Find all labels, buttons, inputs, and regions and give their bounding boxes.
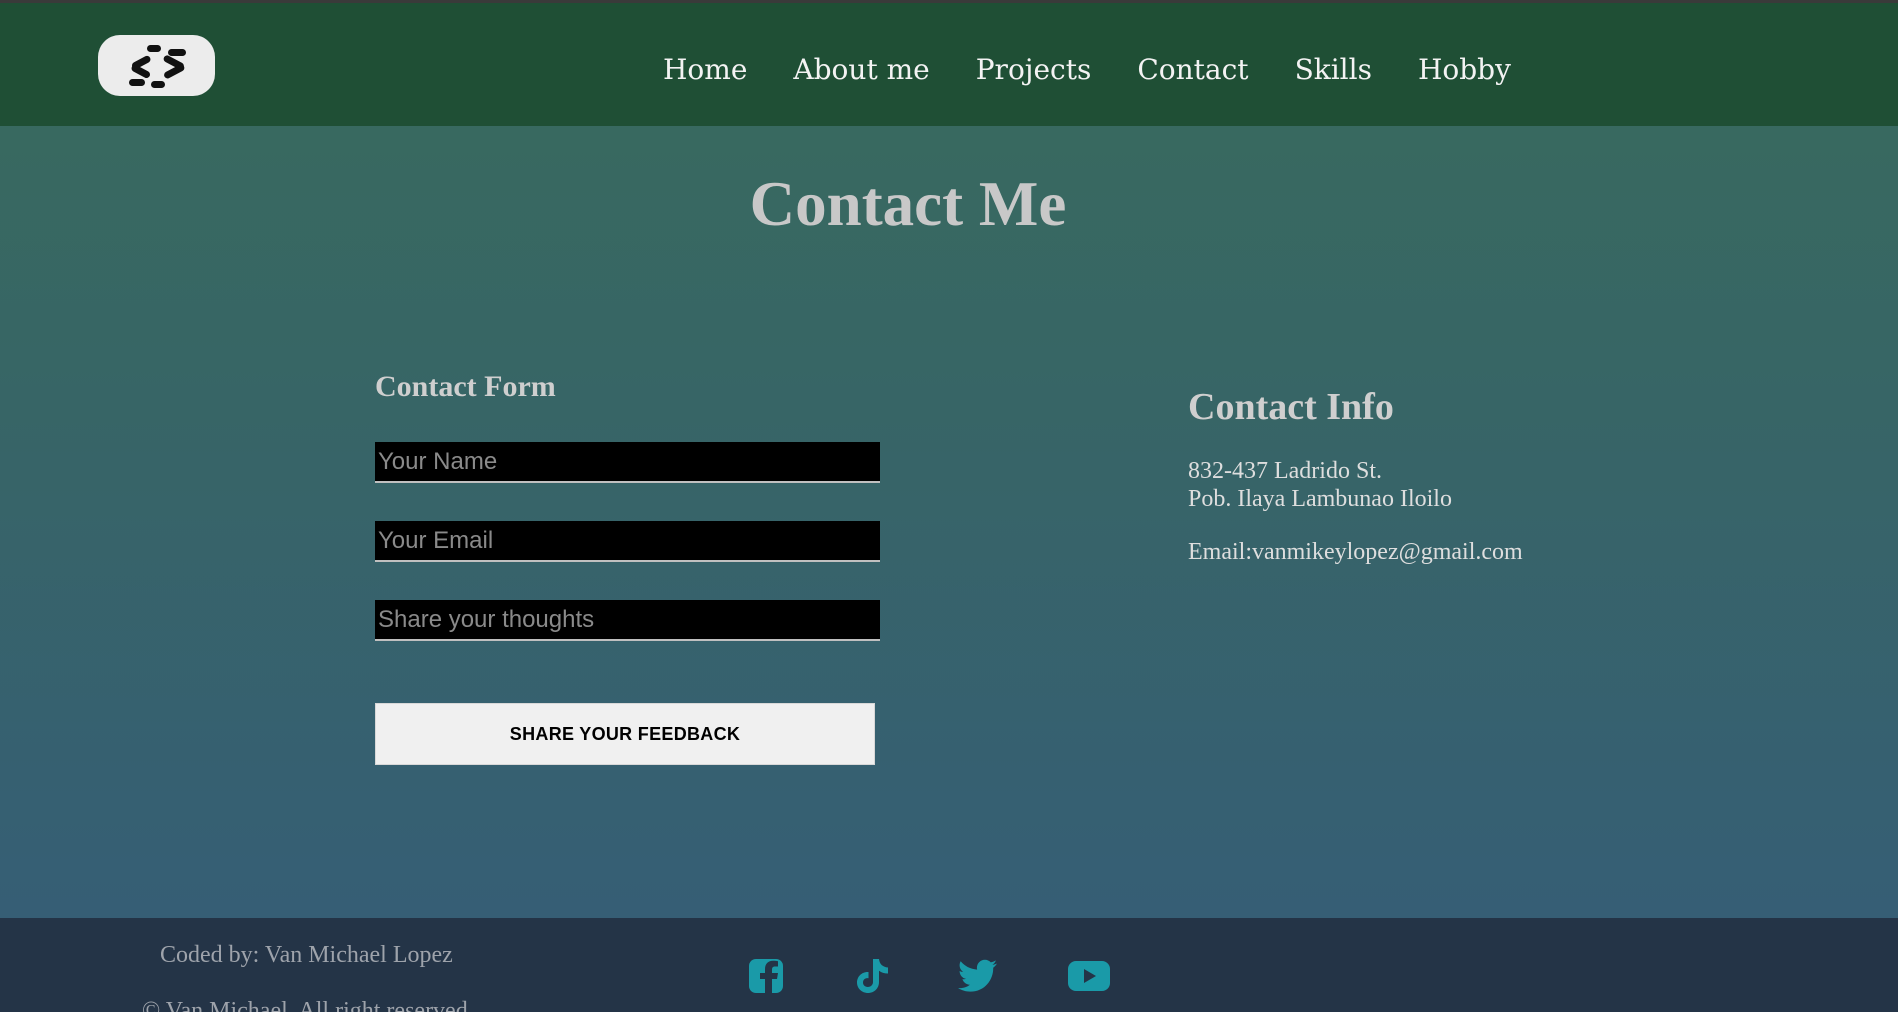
- contact-info-title: Contact Info: [1188, 386, 1394, 428]
- thoughts-input[interactable]: [375, 600, 880, 641]
- address-line-1: 832-437 Ladrido St.: [1188, 458, 1382, 484]
- youtube-icon: [1068, 961, 1110, 991]
- site-header: Home About me Projects Contact Skills Ho…: [0, 3, 1898, 126]
- nav-skills[interactable]: Skills: [1295, 53, 1372, 86]
- footer-credit: Coded by: Van Michael Lopez: [160, 942, 453, 968]
- youtube-link[interactable]: [1068, 956, 1110, 996]
- site-logo[interactable]: [98, 35, 215, 96]
- code-logo-icon: [128, 44, 186, 88]
- contact-form-title: Contact Form: [375, 370, 556, 403]
- nav-home[interactable]: Home: [663, 53, 747, 86]
- tiktok-icon: [857, 959, 888, 993]
- nav-projects[interactable]: Projects: [976, 53, 1092, 86]
- facebook-link[interactable]: [746, 956, 786, 996]
- nav-contact[interactable]: Contact: [1137, 53, 1248, 86]
- nav-about-me[interactable]: About me: [793, 53, 929, 86]
- tiktok-link[interactable]: [852, 956, 892, 996]
- page-title: Contact Me: [749, 169, 1067, 239]
- address-line-2: Pob. Ilaya Lambunao Iloilo: [1188, 486, 1452, 512]
- site-footer: Coded by: Van Michael Lopez © Van Michae…: [0, 918, 1898, 1012]
- footer-copyright: © Van Michael. All right reserved: [142, 998, 468, 1012]
- name-input[interactable]: [375, 442, 880, 483]
- main-nav: Home About me Projects Contact Skills Ho…: [663, 53, 1511, 86]
- twitter-icon: [958, 959, 997, 992]
- contact-email: Email:vanmikeylopez@gmail.com: [1188, 539, 1523, 565]
- twitter-link[interactable]: [958, 956, 998, 996]
- share-feedback-button[interactable]: SHARE YOUR FEEDBACK: [375, 703, 875, 765]
- facebook-icon: [749, 959, 783, 994]
- nav-hobby[interactable]: Hobby: [1418, 53, 1511, 86]
- email-input[interactable]: [375, 521, 880, 562]
